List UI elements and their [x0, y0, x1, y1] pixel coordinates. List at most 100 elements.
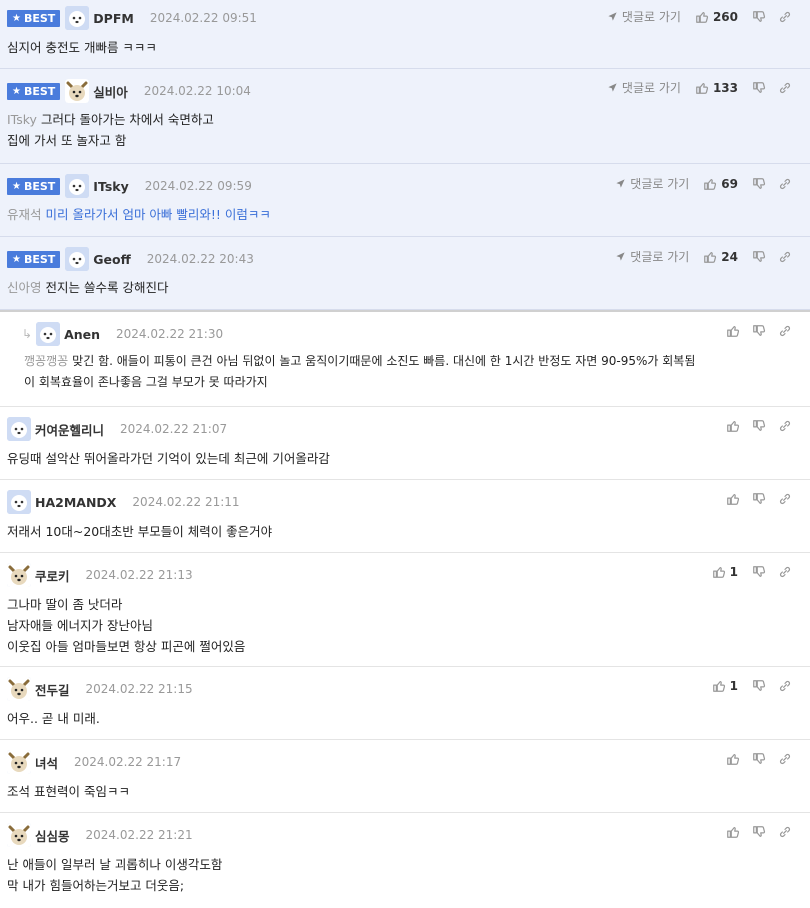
avatar[interactable]	[65, 247, 90, 271]
goto-reply-link[interactable]: 댓글로 가기	[615, 175, 689, 192]
like-button[interactable]: 260	[695, 10, 738, 24]
timestamp: 2024.02.22 21:13	[85, 568, 193, 582]
copy-link-button[interactable]	[772, 419, 798, 433]
like-button[interactable]: 24	[703, 250, 738, 264]
copy-link-button[interactable]	[772, 492, 798, 506]
goto-reply-link[interactable]: 댓글로 가기	[607, 79, 681, 96]
mention[interactable]: 깽꽁깽꽁	[24, 354, 68, 368]
avatar[interactable]	[65, 174, 90, 198]
dislike-button[interactable]	[746, 81, 772, 95]
link-icon	[778, 81, 792, 95]
like-button[interactable]	[720, 324, 746, 338]
mention[interactable]: 신아영	[7, 280, 42, 295]
nickname[interactable]: ITsky	[93, 179, 128, 194]
comment-reply: ↳ Anen 2024.02.22 21:30 깽꽁깽꽁 맞긴 함. 애들이 피통…	[0, 310, 810, 407]
link-icon	[778, 679, 792, 693]
link-icon	[778, 10, 792, 24]
comment-text: 조석 표현력이 죽임ㅋㅋ	[7, 784, 130, 799]
timestamp: 2024.02.22 09:59	[144, 179, 252, 193]
avatar[interactable]	[7, 823, 31, 847]
avatar[interactable]	[7, 490, 31, 514]
avatar[interactable]	[36, 322, 61, 346]
like-button[interactable]: 69	[703, 177, 738, 191]
copy-link-button[interactable]	[772, 565, 798, 579]
comment: 커여운헬리니 2024.02.22 21:07 유딩때 설악산 뛰어올라가던 기…	[0, 407, 810, 480]
dislike-button[interactable]	[746, 324, 772, 338]
comment: 전두길 2024.02.22 21:15 1 어우.. 곧 내 미래.	[0, 667, 810, 740]
dislike-button[interactable]	[746, 492, 772, 506]
comment-text: 그나마 딸이 좀 낫더라 남자애들 에너지가 장난아님 이웃집 아들 엄마들보면…	[7, 597, 246, 654]
avatar-icon	[7, 563, 31, 587]
thumbs-down-icon	[752, 492, 766, 506]
nickname[interactable]: DPFM	[93, 11, 134, 26]
like-button[interactable]	[720, 825, 746, 839]
mention[interactable]: 유재석	[7, 207, 42, 222]
goto-reply-link[interactable]: 댓글로 가기	[607, 8, 681, 25]
copy-link-button[interactable]	[772, 679, 798, 693]
nickname[interactable]: 녀석	[35, 753, 58, 772]
dislike-button[interactable]	[746, 825, 772, 839]
comment-text: 저래서 10대~20대초반 부모들이 체력이 좋은거야	[7, 524, 273, 539]
timestamp: 2024.02.22 21:11	[132, 495, 240, 509]
timestamp: 2024.02.22 21:30	[116, 327, 224, 341]
mention[interactable]: ITsky	[7, 112, 37, 127]
dislike-button[interactable]	[746, 752, 772, 766]
link-icon	[778, 825, 792, 839]
dislike-button[interactable]	[746, 177, 772, 191]
nickname[interactable]: 쿠로키	[35, 566, 70, 585]
dislike-button[interactable]	[746, 250, 772, 264]
nickname[interactable]: Geoff	[93, 252, 130, 267]
dislike-button[interactable]	[746, 419, 772, 433]
thumbs-down-icon	[752, 81, 766, 95]
thumbs-down-icon	[752, 10, 766, 24]
avatar[interactable]	[65, 79, 90, 103]
avatar[interactable]	[65, 6, 90, 30]
copy-link-button[interactable]	[772, 177, 798, 191]
copy-link-button[interactable]	[772, 10, 798, 24]
avatar[interactable]	[7, 677, 31, 701]
comment: HA2MANDX 2024.02.22 21:11 저래서 10대~20대초반 …	[0, 480, 810, 553]
link-icon	[778, 492, 792, 506]
dislike-button[interactable]	[746, 565, 772, 579]
copy-link-button[interactable]	[772, 250, 798, 264]
copy-link-button[interactable]	[772, 81, 798, 95]
avatar-icon	[7, 490, 31, 514]
nickname[interactable]: HA2MANDX	[35, 495, 116, 510]
link-icon	[778, 177, 792, 191]
avatar[interactable]	[7, 563, 31, 587]
dislike-button[interactable]	[746, 679, 772, 693]
copy-link-button[interactable]	[772, 752, 798, 766]
copy-link-button[interactable]	[772, 825, 798, 839]
nickname[interactable]: 심심몽	[35, 826, 70, 845]
comment-text: 어우.. 곧 내 미래.	[7, 711, 100, 726]
avatar[interactable]	[7, 750, 31, 774]
like-button[interactable]: 133	[695, 81, 738, 95]
star-icon: ★	[12, 180, 21, 192]
copy-link-button[interactable]	[772, 324, 798, 338]
avatar[interactable]	[7, 417, 31, 441]
comment-best: ★ BEST ITsky 2024.02.22 09:59 댓글로 가기 69 유…	[0, 164, 810, 237]
avatar-icon	[65, 247, 89, 271]
navigation-arrow-icon	[607, 82, 618, 93]
link-icon	[778, 752, 792, 766]
timestamp: 2024.02.22 21:15	[85, 682, 193, 696]
thumbs-down-icon	[752, 419, 766, 433]
like-button[interactable]	[720, 419, 746, 433]
nickname[interactable]: 전두길	[35, 680, 70, 699]
nickname[interactable]: 실비아	[93, 82, 128, 101]
goto-reply-link[interactable]: 댓글로 가기	[615, 248, 689, 265]
nickname[interactable]: Anen	[64, 327, 100, 342]
avatar-icon	[7, 417, 31, 441]
comment-text: 난 애들이 일부러 날 괴롭히나 이생각도함 막 내가 힘들어하는거보고 더웃음…	[7, 857, 223, 893]
like-button[interactable]: 1	[712, 679, 738, 693]
comment-text: ITsky 그러다 돌아가는 차에서 숙면하고 집에 가서 또 놀자고 함	[7, 112, 214, 148]
like-button[interactable]: 1	[712, 565, 738, 579]
dislike-button[interactable]	[746, 10, 772, 24]
timestamp: 2024.02.22 21:21	[85, 828, 193, 842]
avatar-icon	[7, 750, 31, 774]
nickname[interactable]: 커여운헬리니	[35, 420, 104, 439]
thumbs-up-icon	[703, 250, 717, 264]
like-button[interactable]	[720, 492, 746, 506]
thumbs-down-icon	[752, 679, 766, 693]
like-button[interactable]	[720, 752, 746, 766]
